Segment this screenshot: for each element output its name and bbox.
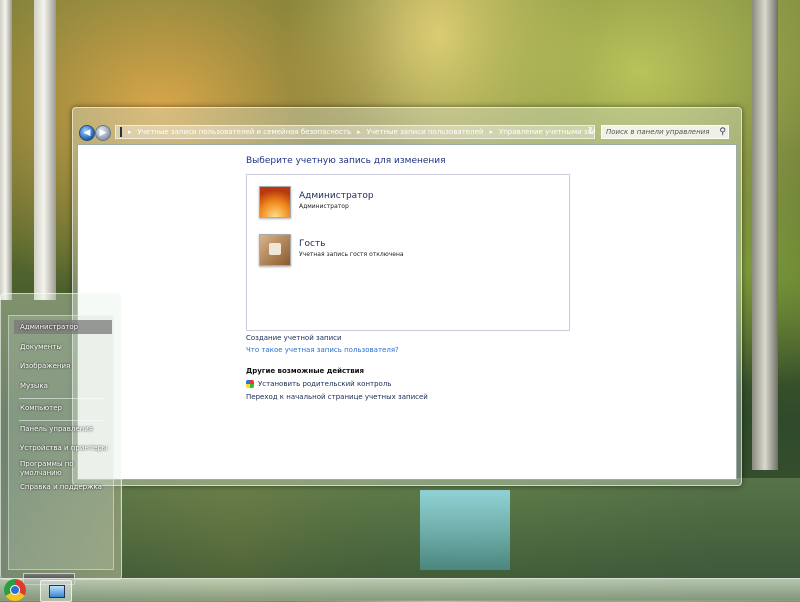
refresh-icon[interactable]: ↻ — [585, 125, 599, 139]
birch-trunk — [752, 0, 778, 470]
control-panel-icon — [120, 127, 122, 137]
guest-avatar-icon[interactable] — [259, 234, 291, 266]
start-item-computer[interactable]: Компьютер — [14, 401, 112, 415]
forward-arrow-icon[interactable]: ▶ — [95, 125, 111, 141]
birch-trunk — [0, 0, 12, 300]
back-arrow-icon[interactable]: ◀ — [79, 125, 95, 141]
start-menu: Администратор Документы Изображения Музы… — [0, 293, 122, 585]
address-bar[interactable]: ▸ Учетные записи пользователей и семейна… — [115, 125, 595, 139]
search-input[interactable]: Поиск в панели управления ⚲ — [601, 125, 729, 139]
breadcrumb-item[interactable]: Учетные записи пользователей — [367, 128, 484, 136]
search-icon[interactable]: ⚲ — [719, 126, 726, 138]
user-avatar-icon[interactable] — [259, 186, 291, 218]
address-row: ◀ ▶ ▸ Учетные записи пользователей и сем… — [77, 124, 737, 142]
control-panel-icon — [49, 585, 65, 598]
start-item-user[interactable]: Администратор — [14, 320, 112, 334]
breadcrumb-item[interactable]: Учетные записи пользователей и семейная … — [138, 128, 352, 136]
breadcrumb-item[interactable]: Управление учетными записями — [499, 128, 594, 136]
accounts-list: Администратор Администратор Гость Учетна… — [246, 174, 570, 331]
account-status: Учетная запись гостя отключена — [299, 251, 404, 258]
create-account-link[interactable]: Создание учетной записи — [246, 334, 342, 342]
parental-control-link[interactable]: Установить родительский контроль — [258, 380, 391, 388]
taskbar — [0, 578, 800, 602]
what-is-account-link[interactable]: Что такое учетная запись пользователя? — [246, 346, 399, 354]
accounts-home-link[interactable]: Переход к начальной странице учетных зап… — [246, 393, 428, 401]
account-name[interactable]: Гость — [299, 239, 326, 249]
page-title: Выберите учетную запись для изменения — [246, 156, 446, 166]
menu-separator — [19, 398, 105, 399]
account-type: Администратор — [299, 203, 349, 210]
start-item-documents[interactable]: Документы — [14, 340, 112, 354]
birch-trunk — [34, 0, 56, 300]
account-name[interactable]: Администратор — [299, 191, 374, 201]
start-item-music[interactable]: Музыка — [14, 379, 112, 393]
other-actions-title: Другие возможные действия — [246, 367, 365, 375]
pond-reflection — [420, 490, 510, 570]
account-guest[interactable]: Гость Учетная запись гостя отключена — [259, 234, 559, 270]
account-admin[interactable]: Администратор Администратор — [259, 186, 559, 222]
menu-separator — [19, 420, 105, 421]
taskbar-control-panel-button[interactable] — [40, 580, 72, 602]
start-orb-icon[interactable] — [4, 579, 26, 601]
content-pane: Выберите учетную запись для изменения Ад… — [77, 144, 737, 480]
start-item-control-panel[interactable]: Панель управления — [14, 422, 112, 436]
search-placeholder: Поиск в панели управления — [606, 128, 710, 136]
start-item-devices[interactable]: Устройства и принтеры — [14, 441, 112, 455]
start-item-help[interactable]: Справка и поддержка — [14, 480, 112, 494]
start-item-pictures[interactable]: Изображения — [14, 359, 112, 373]
parental-control-icon — [246, 380, 254, 388]
start-item-default-programs[interactable]: Программы по умолчанию — [14, 460, 112, 480]
start-menu-right-pane: Администратор Документы Изображения Музы… — [8, 315, 114, 585]
control-panel-window: ◀ ▶ ▸ Учетные записи пользователей и сем… — [72, 107, 742, 486]
